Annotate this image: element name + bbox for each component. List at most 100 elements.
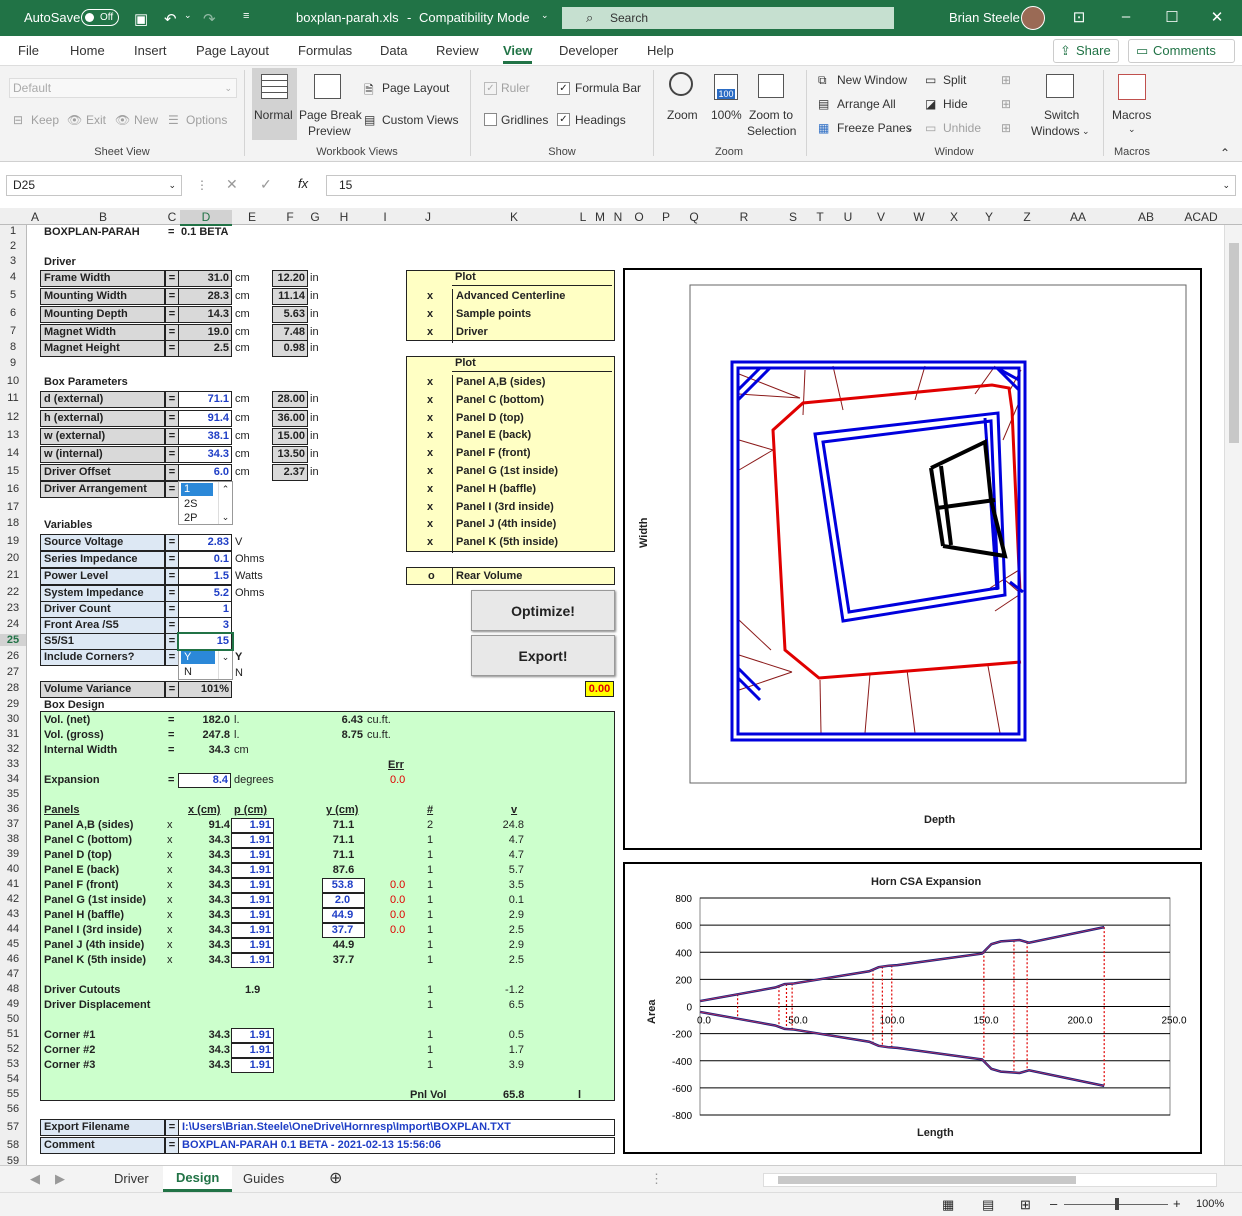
row-header[interactable]: 34	[0, 773, 26, 785]
param-value[interactable]: 15	[178, 633, 232, 650]
row-header[interactable]: 37	[0, 818, 26, 830]
ruler-checkbox[interactable]: ✓	[484, 82, 497, 95]
panel-x-cm[interactable]: 34.3	[186, 953, 230, 968]
panel-v[interactable]: 0.1	[498, 893, 524, 908]
panel-count[interactable]: 1	[427, 938, 433, 953]
arrange-all-button[interactable]: Arrange All	[837, 97, 896, 111]
page-break-view-icon[interactable]: ⊞	[1020, 1197, 1031, 1213]
prev-sheet-icon[interactable]: ◀	[30, 1171, 40, 1187]
row-header[interactable]: 28	[0, 682, 26, 694]
new-window-button[interactable]: New Window	[837, 73, 907, 87]
row-header[interactable]: 11	[0, 392, 26, 404]
row-header[interactable]: 29	[0, 698, 26, 710]
param-value-in[interactable]: 28.00	[272, 391, 308, 408]
panel-p-input[interactable]: 1.91	[231, 893, 274, 908]
plot-item-mark[interactable]: x	[427, 307, 433, 322]
page-layout-button[interactable]: Page Layout	[382, 81, 449, 95]
panel-p-input[interactable]: 1.91	[231, 953, 274, 968]
row-header[interactable]: 31	[0, 728, 26, 740]
row-header[interactable]: 7	[0, 325, 26, 337]
row-header[interactable]: 17	[0, 501, 26, 513]
sheet-view-dropdown[interactable]: Default ⌄	[9, 78, 237, 98]
row-header[interactable]: 23	[0, 602, 26, 614]
param-value[interactable]: 71.1	[178, 391, 232, 408]
version[interactable]: 0.1 BETA	[181, 225, 228, 240]
column-header[interactable]: I	[366, 210, 404, 224]
customize-toolbar-icon[interactable]: ≡	[243, 10, 249, 22]
listbox-option[interactable]: 2P	[184, 512, 197, 525]
row-header[interactable]: 5	[0, 289, 26, 301]
column-header[interactable]: H	[323, 210, 365, 224]
panel-p-input[interactable]: 1.91	[231, 908, 274, 923]
column-header[interactable]: M	[590, 210, 610, 224]
panel-err[interactable]: 0.0	[390, 893, 405, 908]
plot-item-mark[interactable]: x	[427, 446, 433, 461]
panel-x-cm[interactable]: 91.4	[186, 818, 230, 833]
panel-x-cm[interactable]: 34.3	[186, 863, 230, 878]
pnl-vol-value[interactable]: 65.8	[503, 1088, 524, 1103]
panel-count[interactable]: 1	[427, 893, 433, 908]
comment-input[interactable]: BOXPLAN-PARAH 0.1 BETA - 2021-02-13 15:5…	[178, 1137, 615, 1154]
panel-count[interactable]: 1	[427, 878, 433, 893]
param-value[interactable]: 2.83	[178, 534, 232, 551]
share-button[interactable]: ⇪ Share	[1053, 39, 1119, 63]
panel-x-cm[interactable]: 34.3	[186, 893, 230, 908]
row-header[interactable]: 54	[0, 1073, 26, 1085]
corner-count[interactable]: 1	[427, 1028, 433, 1043]
param-value[interactable]: 34.3	[178, 446, 232, 463]
param-value-in[interactable]: 15.00	[272, 428, 308, 445]
row-header[interactable]: 53	[0, 1058, 26, 1070]
row-header[interactable]: 58	[0, 1139, 26, 1151]
export-filename-input[interactable]: I:\Users\Brian.Steele\OneDrive\Hornresp\…	[178, 1119, 615, 1136]
corner-p-input[interactable]: 1.91	[231, 1028, 274, 1043]
row-header[interactable]: 33	[0, 758, 26, 770]
row-header[interactable]: 43	[0, 908, 26, 920]
corner-count[interactable]: 1	[427, 1043, 433, 1058]
panel-y-value[interactable]: 44.9	[322, 938, 365, 953]
column-header[interactable]: J	[405, 210, 451, 224]
param-value[interactable]: 14.3	[178, 306, 232, 323]
column-header[interactable]: N	[611, 210, 625, 224]
panel-v[interactable]: 24.8	[498, 818, 524, 833]
row-header[interactable]: 24	[0, 618, 26, 630]
panel-count[interactable]: 1	[427, 833, 433, 848]
plot-item-mark[interactable]: x	[427, 325, 433, 340]
column-header[interactable]: Y	[970, 210, 1008, 224]
row-header[interactable]: 57	[0, 1121, 26, 1133]
sheet-tab-driver[interactable]: Driver	[114, 1171, 149, 1186]
hide-button[interactable]: Hide	[943, 97, 968, 111]
plot-item-mark[interactable]: x	[427, 428, 433, 443]
column-header[interactable]: L	[577, 210, 589, 224]
row-header[interactable]: 44	[0, 923, 26, 935]
row-header[interactable]: 39	[0, 848, 26, 860]
listbox-option[interactable]: 2S	[184, 498, 197, 511]
split-button[interactable]: Split	[943, 73, 966, 87]
vol-net-cuft[interactable]: 6.43	[325, 713, 363, 728]
panel-x-cm[interactable]: 34.3	[186, 878, 230, 893]
row-header[interactable]: 9	[0, 357, 26, 369]
row-header[interactable]: 16	[0, 483, 26, 495]
panel-v[interactable]: 4.7	[498, 848, 524, 863]
comments-button[interactable]: ▭ Comments	[1128, 39, 1235, 63]
enter-icon[interactable]: ✓	[260, 176, 272, 193]
zoom-100-button[interactable]: 100 100%	[706, 68, 746, 138]
row-header[interactable]: 46	[0, 953, 26, 965]
corner-v[interactable]: 0.5	[498, 1028, 524, 1043]
add-sheet-icon[interactable]: ⊕	[329, 1168, 342, 1188]
row-header[interactable]: 41	[0, 878, 26, 890]
column-header[interactable]: S	[780, 210, 806, 224]
listbox-scroll[interactable]: ⌃ ⌄	[218, 482, 232, 524]
corners-n-cell[interactable]: N	[235, 666, 243, 681]
tab-file[interactable]: File	[18, 43, 39, 58]
plot-item-mark[interactable]: x	[427, 500, 433, 515]
panel-p-input[interactable]: 1.91	[231, 923, 274, 938]
horizontal-scroll-thumb[interactable]	[778, 1176, 1076, 1184]
headings-checkbox[interactable]: ✓	[557, 113, 570, 126]
driver-cutouts-count[interactable]: 1	[427, 983, 433, 998]
row-header[interactable]: 8	[0, 341, 26, 353]
column-header[interactable]: AA	[1046, 210, 1110, 224]
driver-displacement-count[interactable]: 1	[427, 998, 433, 1013]
vertical-scrollbar[interactable]	[1224, 225, 1242, 1165]
row-header[interactable]: 4	[0, 271, 26, 283]
row-header[interactable]: 40	[0, 863, 26, 875]
